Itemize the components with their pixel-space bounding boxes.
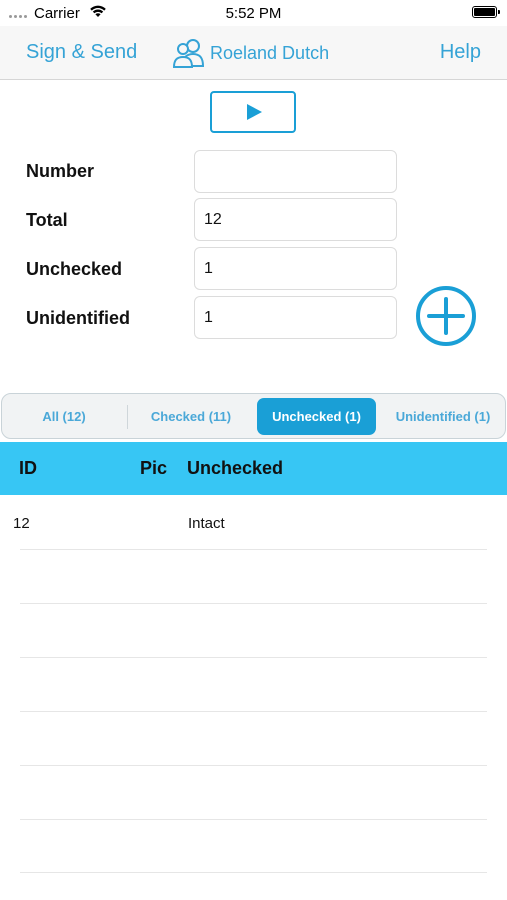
add-circle-icon[interactable] [415, 285, 477, 347]
row-status: Intact [188, 515, 225, 532]
unchecked-field[interactable]: 1 [194, 247, 397, 290]
battery-icon [472, 6, 500, 18]
users-icon [172, 39, 205, 68]
unchecked-label: Unchecked [26, 259, 123, 279]
table-header: ID Pic Unchecked [0, 442, 507, 495]
row-id: 12 [13, 515, 30, 532]
play-button[interactable] [210, 91, 296, 133]
column-header-unchecked: Unchecked [187, 458, 284, 478]
filter-tabs: All (12) Checked (11) Unchecked (1) Unid… [1, 393, 506, 439]
column-header-id: ID [19, 458, 37, 478]
number-label: Number [26, 161, 95, 181]
tab-unchecked[interactable]: Unchecked (1) [257, 398, 376, 435]
navigation-bar: Sign & Send Roeland Dutch Help [0, 26, 507, 80]
number-field[interactable] [194, 150, 397, 193]
unidentified-label: Unidentified [26, 308, 130, 328]
clock: 5:52 PM [225, 5, 282, 22]
row-separator [20, 549, 487, 550]
row-separator [20, 657, 487, 658]
unidentified-field[interactable]: 1 [194, 296, 397, 339]
total-label: Total [26, 210, 68, 230]
tab-unidentified[interactable]: Unidentified (1) [382, 398, 504, 435]
status-bar: Carrier 5:52 PM [0, 0, 507, 26]
user-name: Roeland Dutch [210, 42, 330, 63]
play-icon [247, 104, 262, 120]
user-button[interactable]: Roeland Dutch [172, 37, 329, 69]
sign-and-send-button[interactable]: Sign & Send [26, 41, 137, 64]
tab-checked[interactable]: Checked (11) [130, 398, 252, 435]
tab-all[interactable]: All (12) [4, 398, 124, 435]
row-separator [20, 603, 487, 604]
row-separator [20, 765, 487, 766]
row-separator [20, 819, 487, 820]
tab-divider [127, 405, 128, 429]
row-separator [20, 872, 487, 873]
column-header-pic: Pic [140, 458, 168, 478]
row-separator [20, 711, 487, 712]
help-button[interactable]: Help [440, 41, 481, 64]
total-field[interactable]: 12 [194, 198, 397, 241]
